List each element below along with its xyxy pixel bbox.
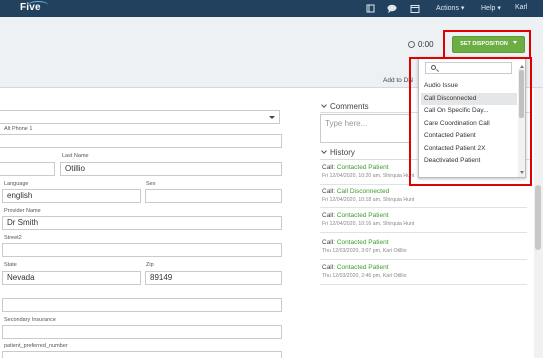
street2-label: Street2 xyxy=(4,235,22,241)
highlight-box-dropdown xyxy=(409,57,532,186)
sex-input[interactable] xyxy=(145,189,282,203)
history-item-meta: Thu 12/03/2020, 2:46 pm, Kari Otillio xyxy=(322,273,407,279)
history-item-status: Contacted Patient xyxy=(336,164,389,171)
user-menu-label: Karl xyxy=(515,4,528,11)
comments-header[interactable]: Comments xyxy=(321,102,369,111)
history-item-title: Call: Contacted Patient xyxy=(322,264,522,271)
history-item-status: Contacted Patient xyxy=(336,264,389,271)
sex-label: Sex xyxy=(146,181,156,187)
language-input[interactable]: english xyxy=(2,189,141,203)
history-item-title: Call: Contacted Patient xyxy=(322,212,522,219)
zip-input[interactable]: 89149 xyxy=(145,271,282,285)
zip-label: Zip xyxy=(146,262,154,268)
user-menu[interactable]: Karl xyxy=(515,4,527,11)
history-item-status: Contacted Patient xyxy=(336,212,389,219)
comment-placeholder: Type here... xyxy=(325,119,368,128)
clock-icon xyxy=(408,41,415,48)
history-divider xyxy=(320,259,527,260)
chevron-down-icon xyxy=(321,148,327,154)
alt-phone-label: Alt Phone 1 xyxy=(4,126,33,132)
history-divider xyxy=(320,284,527,285)
top-select-field[interactable] xyxy=(0,110,280,124)
history-item-meta: Fri 12/04/2020, 10:18 am, Shirquia Hunt xyxy=(322,197,415,203)
select-caret-icon xyxy=(269,116,275,119)
provider-name-input[interactable]: Dr Smith xyxy=(2,216,282,230)
history-item-prefix: Call: xyxy=(322,212,336,219)
last-name-label: Last Name xyxy=(62,153,89,159)
chevron-down-icon xyxy=(321,102,327,108)
history-item-status: Contacted Patient xyxy=(336,239,389,246)
history-item-prefix: Call: xyxy=(322,264,336,271)
history-item-prefix: Call: xyxy=(322,188,336,195)
page-scrollbar-thumb[interactable] xyxy=(535,185,541,250)
preferred-number-input[interactable] xyxy=(2,351,282,358)
first-name-input[interactable] xyxy=(0,162,55,176)
actions-menu-label: Actions xyxy=(436,5,459,12)
state-input[interactable]: Nevada xyxy=(2,271,141,285)
secondary-insurance-label: Secondary Insurance xyxy=(4,317,56,323)
alt-phone-input[interactable] xyxy=(0,134,282,148)
chat-icon[interactable] xyxy=(387,4,397,13)
history-item-title: Call: Contacted Patient xyxy=(322,239,522,246)
history-item-status: Call Disconnected xyxy=(336,188,390,195)
history-item-prefix: Call: xyxy=(322,239,336,246)
call-timer: 0:00 xyxy=(408,40,434,49)
calendar-icon[interactable] xyxy=(410,4,420,13)
address-input[interactable] xyxy=(2,298,282,312)
street2-input[interactable] xyxy=(2,243,282,257)
book-icon[interactable] xyxy=(366,4,376,13)
timer-value: 0:00 xyxy=(418,40,434,49)
history-divider xyxy=(320,232,527,233)
history-item-meta: Fri 12/04/2020, 10:16 am, Shirquia Hunt xyxy=(322,221,415,227)
history-item-title: Call: Call Disconnected xyxy=(322,188,522,195)
secondary-insurance-input[interactable] xyxy=(2,325,282,339)
preferred-number-label: patient_preferred_number xyxy=(4,343,68,349)
provider-name-label: Provider Name xyxy=(4,208,41,214)
language-label: Language xyxy=(4,181,29,187)
help-menu-label: Help xyxy=(481,5,496,12)
history-item-meta: Thu 12/03/2020, 3:07 pm, Kari Otillio xyxy=(322,248,407,254)
history-item[interactable]: Call: Contacted Patient Thu 12/03/2020, … xyxy=(322,239,522,254)
actions-menu[interactable]: Actions ▾ xyxy=(436,4,464,12)
history-item[interactable]: Call: Contacted Patient Fri 12/04/2020, … xyxy=(322,212,522,227)
app-logo: Five xyxy=(20,2,41,13)
comment-textarea[interactable]: Type here... xyxy=(320,114,410,143)
history-item[interactable]: Call: Call Disconnected Fri 12/04/2020, … xyxy=(322,188,522,203)
history-title: History xyxy=(330,148,355,157)
history-divider xyxy=(320,207,527,208)
state-label: State xyxy=(4,262,17,268)
help-menu[interactable]: Help ▾ xyxy=(481,4,501,12)
history-item-prefix: Call: xyxy=(322,164,336,171)
top-nav-bar: Five Actions ▾ Help ▾ Karl xyxy=(0,0,543,17)
history-header[interactable]: History xyxy=(321,148,355,157)
history-item[interactable]: Call: Contacted Patient Thu 12/03/2020, … xyxy=(322,264,522,279)
comments-title: Comments xyxy=(330,102,369,111)
last-name-input[interactable]: Otillio xyxy=(60,162,282,176)
highlight-box-button xyxy=(443,30,531,59)
